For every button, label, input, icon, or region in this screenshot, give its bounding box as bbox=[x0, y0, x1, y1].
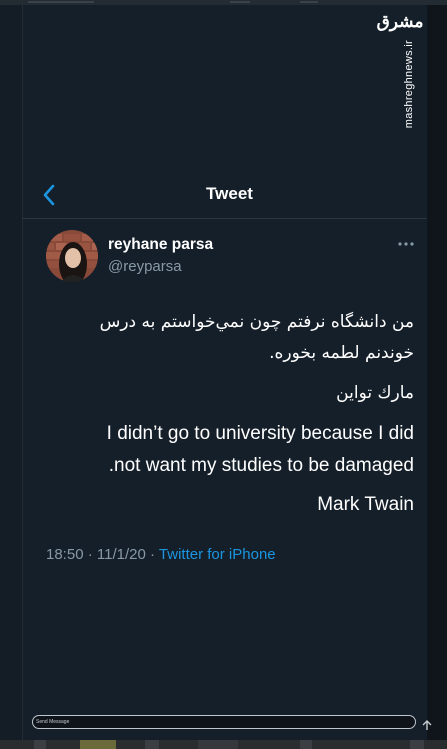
page-title: Tweet bbox=[206, 184, 253, 203]
tweet-text-fa-line2: خوندنم لطمه بخوره. bbox=[269, 343, 414, 363]
tweet-text-fa-line3: مارك تواين bbox=[336, 383, 414, 403]
top-strip-tab bbox=[230, 1, 250, 3]
meta-separator: · bbox=[87, 546, 93, 563]
top-strip-tab bbox=[300, 1, 318, 3]
taskbar-thumbnail bbox=[34, 740, 46, 749]
taskbar-thumbnail bbox=[198, 740, 238, 749]
taskbar-thumbnail bbox=[80, 740, 116, 749]
author-name[interactable]: reyhane parsa bbox=[108, 236, 213, 254]
tweet-text-en-line2: .not want my studies to be damaged bbox=[108, 455, 414, 476]
tweet-date: 11/1/20 bbox=[96, 546, 146, 563]
profile-photo-icon bbox=[46, 230, 98, 282]
tweet-metadata: 18:50 · 11/1/20 · Twitter for iPhone bbox=[46, 546, 276, 563]
tweet-text-en-line3: Mark Twain bbox=[317, 494, 414, 515]
watermark-url: mashreghnews.ir bbox=[403, 40, 415, 129]
author-handle[interactable]: @reyparsa bbox=[108, 258, 182, 275]
header-divider bbox=[22, 218, 427, 219]
send-button[interactable] bbox=[421, 716, 433, 730]
tweet-screen bbox=[22, 5, 429, 740]
more-options-button[interactable] bbox=[396, 236, 416, 252]
watermark: مشرق mashreghnews.ir bbox=[375, 8, 425, 129]
taskbar-thumbnail bbox=[145, 740, 159, 749]
more-dots-icon bbox=[398, 242, 414, 246]
tweet-text-fa-line1: من دانشگاه نرفتم چون نمي‌خواستم به درس bbox=[99, 312, 414, 332]
taskbar-thumbnail bbox=[300, 740, 312, 749]
page-header: Tweet bbox=[22, 175, 427, 215]
tweet-time: 18:50 bbox=[46, 546, 84, 563]
avatar[interactable] bbox=[46, 230, 98, 282]
tweet-text-en-line1: I didn’t go to university because I did bbox=[106, 423, 414, 444]
tweet-source-link[interactable]: Twitter for iPhone bbox=[159, 546, 276, 563]
taskbar-thumbnail bbox=[410, 740, 424, 749]
send-arrow-icon bbox=[422, 720, 432, 730]
bottom-taskbar-strip bbox=[0, 740, 447, 749]
meta-separator: · bbox=[150, 546, 155, 563]
top-strip-tab bbox=[28, 1, 94, 3]
message-composer[interactable] bbox=[32, 715, 416, 729]
send-message-input[interactable] bbox=[36, 716, 406, 728]
side-panel bbox=[427, 5, 447, 740]
watermark-logo: مشرق bbox=[376, 12, 424, 32]
